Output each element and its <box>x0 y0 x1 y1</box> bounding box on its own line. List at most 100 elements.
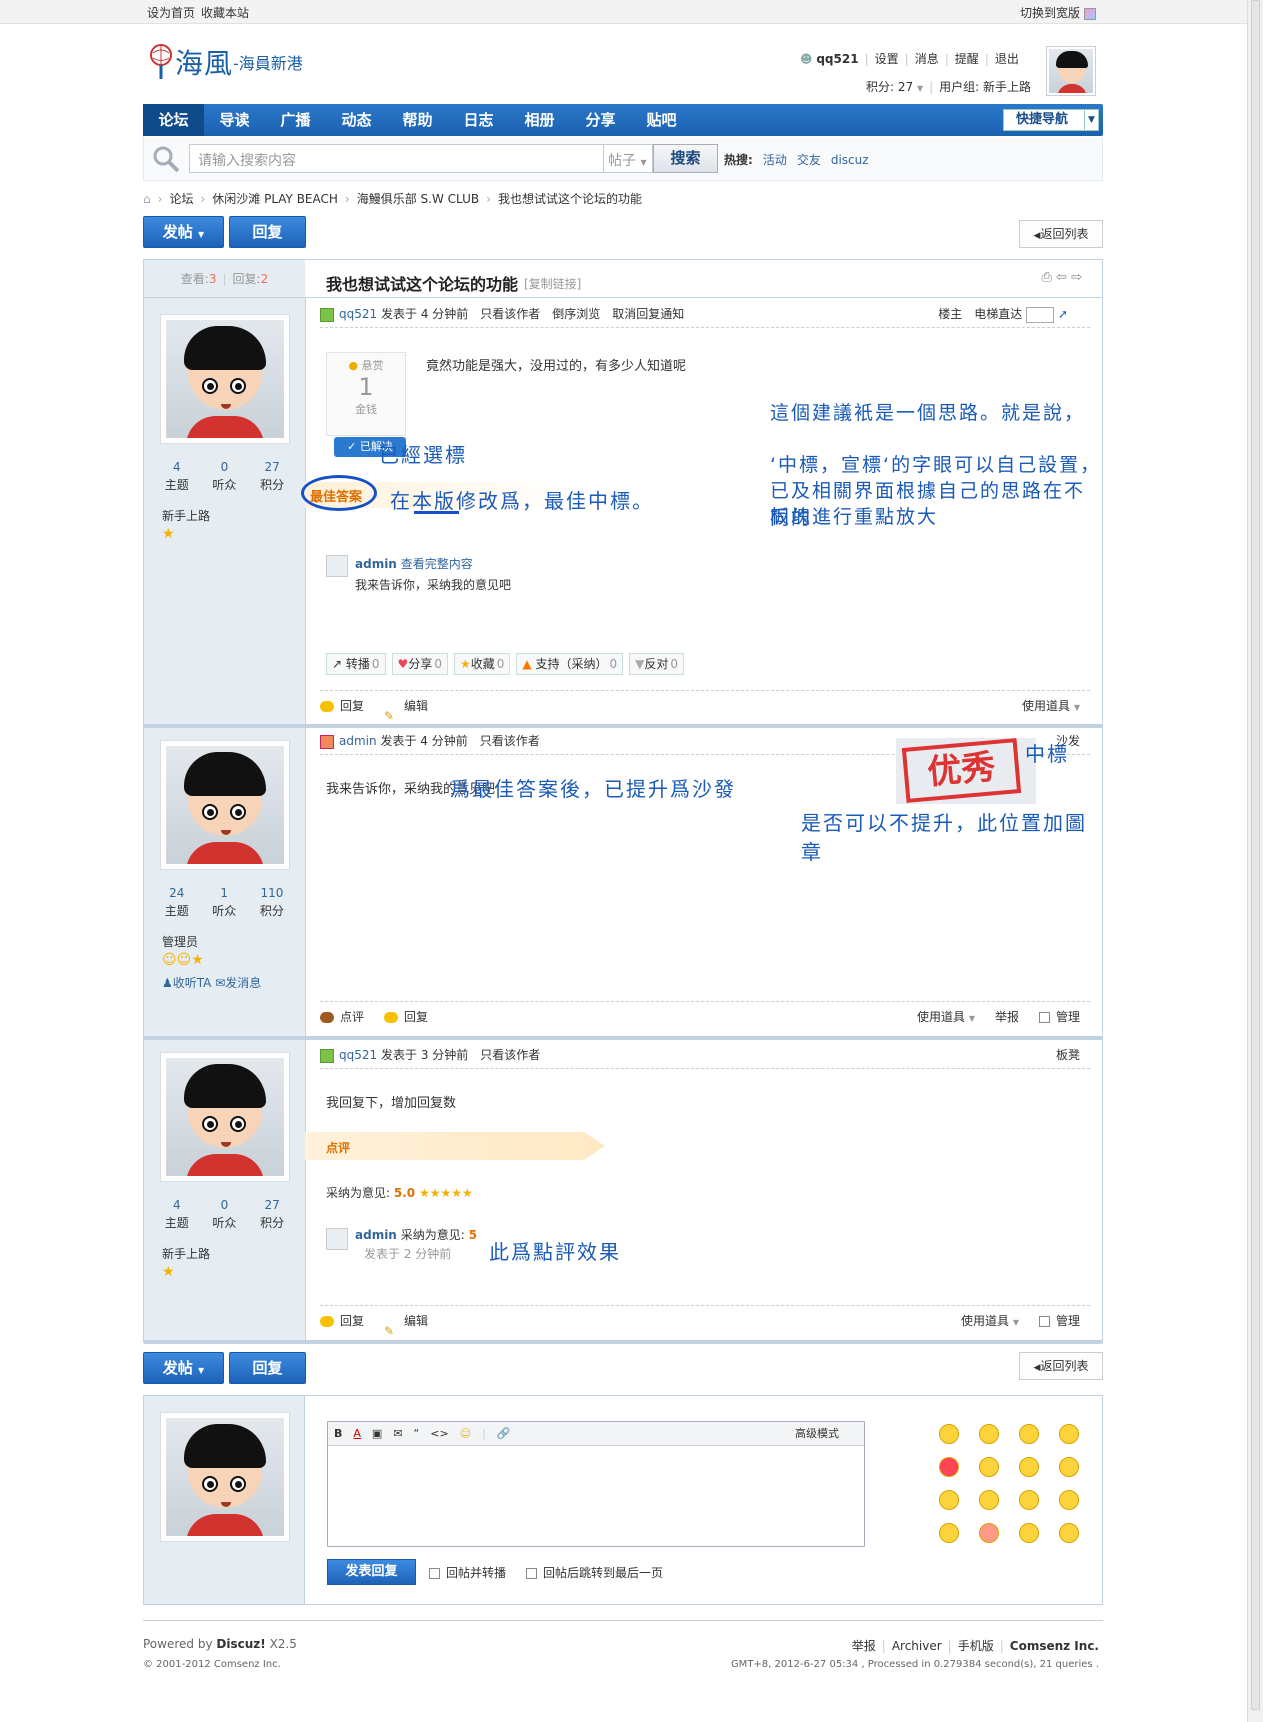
reply-link[interactable]: 回复 <box>340 1314 364 1328</box>
view-full-link[interactable]: 查看完整内容 <box>401 557 473 571</box>
elevator-input[interactable] <box>1026 306 1055 323</box>
tools-link[interactable]: 使用道具 <box>1022 699 1070 713</box>
link-icon[interactable]: 🔗 <box>497 1427 511 1440</box>
manage-label[interactable]: 管理 <box>1056 1314 1080 1328</box>
search-type-select[interactable]: 帖子 ▼ <box>604 144 653 173</box>
nav-guide[interactable]: 导读 <box>204 104 265 136</box>
cancel-notify-link[interactable]: 取消回复通知 <box>612 307 684 321</box>
commenter-avatar[interactable] <box>326 1228 348 1250</box>
reply-link[interactable]: 回复 <box>340 699 364 713</box>
post-author[interactable]: qq521 <box>339 1048 377 1062</box>
author-avatar[interactable] <box>160 1052 290 1182</box>
crumb-forum[interactable]: 论坛 <box>169 192 193 206</box>
smiley-icon[interactable] <box>1019 1424 1039 1444</box>
reply-button-bottom[interactable]: 回复 <box>229 1352 306 1384</box>
code-icon[interactable]: <> <box>430 1427 448 1440</box>
smiley-icon[interactable] <box>1059 1424 1079 1444</box>
nav-album[interactable]: 相册 <box>509 104 570 136</box>
wide-icon[interactable] <box>1083 7 1096 20</box>
new-post-button-bottom[interactable]: 发帖 ▼ <box>143 1352 224 1384</box>
prev-thread-icon[interactable]: ⇦ <box>1056 270 1067 285</box>
go-icon[interactable]: ➚ <box>1058 307 1068 321</box>
username-link[interactable]: qq521 <box>816 52 858 66</box>
smiley-icon[interactable] <box>1059 1490 1079 1510</box>
new-post-button[interactable]: 发帖 ▼ <box>143 216 224 248</box>
smiley-icon[interactable] <box>1019 1457 1039 1477</box>
best-author-avatar[interactable] <box>326 555 348 577</box>
support-button[interactable]: ▲ 支持（采纳） 0 <box>516 653 624 675</box>
advanced-mode-link[interactable]: 高级模式 <box>795 1422 839 1446</box>
send-message-link[interactable]: 发消息 <box>225 976 261 990</box>
messages-link[interactable]: 消息 <box>915 52 939 66</box>
best-author-link[interactable]: admin <box>355 557 397 571</box>
smiley-icon[interactable] <box>1059 1523 1079 1543</box>
next-thread-icon[interactable]: ⇨ <box>1071 270 1082 285</box>
edit-link[interactable]: 编辑 <box>404 699 428 713</box>
repost-button[interactable]: ↗ 转播 0 <box>326 653 386 675</box>
jump-checkbox[interactable] <box>526 1568 538 1579</box>
footer-report-link[interactable]: 举报 <box>852 1639 876 1653</box>
manage-checkbox[interactable] <box>1038 1316 1050 1327</box>
jump-option[interactable]: 回帖后跳转到最后一页 <box>543 1566 663 1580</box>
settings-link[interactable]: 设置 <box>875 52 899 66</box>
scroll-thumb[interactable] <box>1251 0 1260 1710</box>
edit-link[interactable]: 编辑 <box>404 1314 428 1328</box>
attach-icon[interactable]: ✉ <box>393 1427 402 1440</box>
nav-tieba[interactable]: 贴吧 <box>631 104 692 136</box>
oppose-button[interactable]: ▼反对 0 <box>629 653 684 675</box>
font-color-icon[interactable]: A <box>353 1427 361 1440</box>
logout-link[interactable]: 退出 <box>995 52 1019 66</box>
points-link[interactable]: 积分: 27 <box>866 80 913 94</box>
nav-blog[interactable]: 日志 <box>448 104 509 136</box>
smiley-icon[interactable] <box>939 1523 959 1543</box>
page-scrollbar[interactable] <box>1247 0 1263 1722</box>
smiley-icon[interactable] <box>979 1490 999 1510</box>
smiley-icon[interactable] <box>1059 1457 1079 1477</box>
share-button[interactable]: ♥分享 0 <box>391 653 448 675</box>
nav-feed[interactable]: 动态 <box>326 104 387 136</box>
smiley-icon[interactable] <box>979 1523 999 1543</box>
nav-share[interactable]: 分享 <box>570 104 631 136</box>
quote-icon[interactable]: “ <box>414 1427 420 1440</box>
follow-link[interactable]: 收听TA <box>173 976 212 990</box>
smiley-icon[interactable] <box>979 1457 999 1477</box>
smiley-icon[interactable] <box>939 1457 959 1477</box>
tools-link[interactable]: 使用道具 <box>961 1314 1009 1328</box>
user-group[interactable]: 用户组: 新手上路 <box>939 80 1031 94</box>
nav-help[interactable]: 帮助 <box>387 104 448 136</box>
crumb-thread[interactable]: 我也想试试这个论坛的功能 <box>498 192 642 206</box>
report-link[interactable]: 举报 <box>995 1010 1019 1024</box>
post-author[interactable]: qq521 <box>339 307 377 321</box>
favorite-link[interactable]: 收藏本站 <box>201 6 249 20</box>
search-button[interactable]: 搜索 <box>653 144 718 173</box>
remind-link[interactable]: 提醒 <box>955 52 979 66</box>
smiley-icon[interactable] <box>939 1490 959 1510</box>
copy-link[interactable]: [复制链接] <box>524 275 581 292</box>
set-home-link[interactable]: 设为首页 <box>147 6 195 20</box>
smiley-icon[interactable] <box>939 1424 959 1444</box>
back-to-list-button-bottom[interactable]: ◀返回列表 <box>1019 1352 1103 1380</box>
submit-reply-button[interactable]: 发表回复 <box>327 1559 416 1585</box>
manage-checkbox[interactable] <box>1038 1012 1050 1023</box>
author-group[interactable]: 新手上路 <box>162 1245 210 1262</box>
comment-link[interactable]: 点评 <box>340 1010 364 1024</box>
author-avatar[interactable] <box>160 740 290 870</box>
only-author-link[interactable]: 只看该作者 <box>480 1048 540 1062</box>
crumb-club[interactable]: 海鰻俱乐部 S.W CLUB <box>357 192 479 206</box>
favorite-button[interactable]: ★收藏 0 <box>453 653 511 675</box>
switch-wide-link[interactable]: 切换到宽版 <box>1020 6 1080 20</box>
back-to-list-button[interactable]: ◀返回列表 <box>1019 220 1103 248</box>
reply-link[interactable]: 回复 <box>404 1010 428 1024</box>
search-input[interactable]: 请输入搜索内容 <box>189 144 604 173</box>
tools-link[interactable]: 使用道具 <box>917 1010 965 1024</box>
footer-brand[interactable]: Discuz! <box>216 1637 265 1651</box>
home-icon[interactable]: ⌂ <box>143 192 151 206</box>
footer-mobile-link[interactable]: 手机版 <box>958 1639 994 1653</box>
header-avatar[interactable] <box>1046 46 1096 96</box>
reply-button[interactable]: 回复 <box>229 216 306 248</box>
nav-forum[interactable]: 论坛 <box>143 104 204 136</box>
author-avatar[interactable] <box>160 314 290 444</box>
quick-nav-button[interactable]: 快捷导航 ▼ <box>1003 109 1099 131</box>
nav-broadcast[interactable]: 广播 <box>265 104 326 136</box>
hot-item-activity[interactable]: 活动 <box>763 153 787 167</box>
